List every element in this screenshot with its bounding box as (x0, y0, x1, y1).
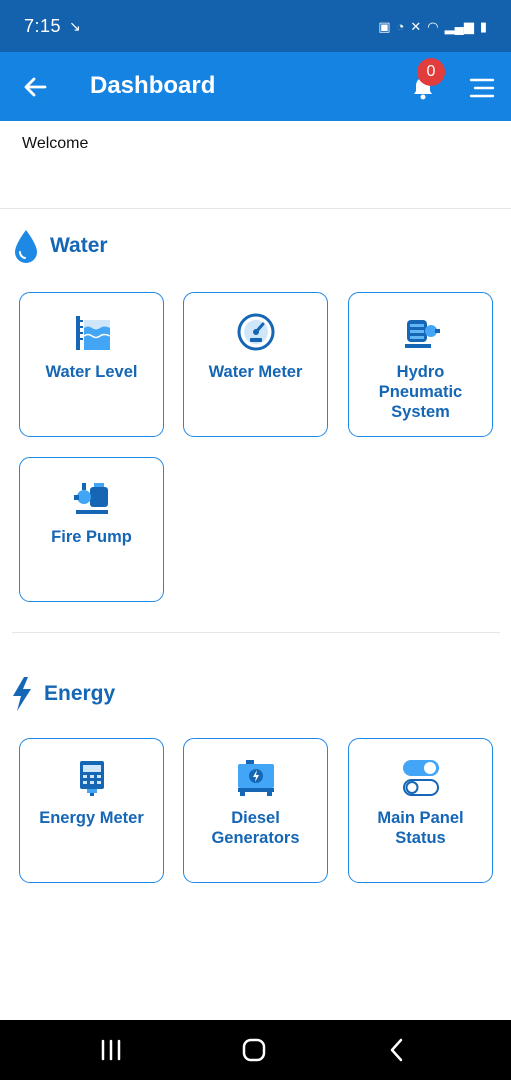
recents-icon[interactable] (97, 1035, 127, 1065)
card-water-level[interactable]: Water Level (19, 292, 164, 437)
welcome-text: Welcome (22, 135, 89, 152)
menu-icon[interactable] (468, 74, 496, 102)
wifi-icon: ◠ (427, 18, 439, 34)
card-diesel-generators[interactable]: Diesel Generators (183, 738, 328, 883)
card-label: Main Panel Status (377, 809, 464, 847)
alarm-icon: ◔ (396, 18, 405, 34)
lightning-icon (13, 677, 31, 711)
toggle-switch-icon (402, 760, 439, 796)
fire-pump-icon (73, 483, 108, 514)
generator-icon (237, 760, 274, 796)
battery-icon: ▮ (479, 18, 487, 34)
card-label: Water Meter (208, 363, 303, 381)
home-icon[interactable] (239, 1035, 269, 1065)
back-arrow-icon[interactable] (20, 72, 50, 102)
section-title: Energy (44, 682, 116, 705)
battery-saver-icon: ▣ (378, 18, 391, 34)
card-main-panel-status[interactable]: Main Panel Status (348, 738, 493, 883)
energy-meter-icon (79, 761, 104, 796)
divider (0, 208, 511, 209)
status-bar: 7:15 ↘ ▣ ◔ ✕ ◠ ▂▄▆ ▮ (0, 0, 511, 52)
section-header-water: Water (12, 228, 108, 264)
card-label: Hydro Pneumatic System (378, 363, 463, 421)
missed-call-icon: ↘ (69, 17, 81, 34)
motor-pump-icon (404, 320, 440, 348)
notification-badge: 0 (417, 58, 445, 86)
divider (12, 632, 500, 633)
water-level-icon (75, 316, 110, 350)
water-drop-icon (15, 230, 37, 263)
card-label: Energy Meter (39, 809, 144, 827)
app-bar: Dashboard 0 (0, 52, 511, 121)
status-icons: ▣ ◔ ✕ ◠ ▂▄▆ ▮ (378, 20, 487, 33)
back-icon[interactable] (383, 1035, 413, 1065)
card-fire-pump[interactable]: Fire Pump (19, 457, 164, 602)
mute-icon: ✕ (410, 18, 422, 34)
card-label: Fire Pump (51, 528, 132, 546)
card-label: Diesel Generators (211, 809, 300, 847)
card-label: Water Level (45, 363, 138, 381)
card-energy-meter[interactable]: Energy Meter (19, 738, 164, 883)
card-water-meter[interactable]: Water Meter (183, 292, 328, 437)
signal-icon: ▂▄▆ (444, 18, 474, 34)
section-title: Water (50, 234, 108, 257)
card-hydro-pneumatic-system[interactable]: Hydro Pneumatic System (348, 292, 493, 437)
page-title: Dashboard (90, 72, 216, 99)
system-nav-bar (0, 1020, 511, 1080)
status-time: 7:15 (24, 15, 62, 36)
section-header-energy: Energy (10, 676, 115, 712)
gauge-icon (237, 313, 274, 351)
